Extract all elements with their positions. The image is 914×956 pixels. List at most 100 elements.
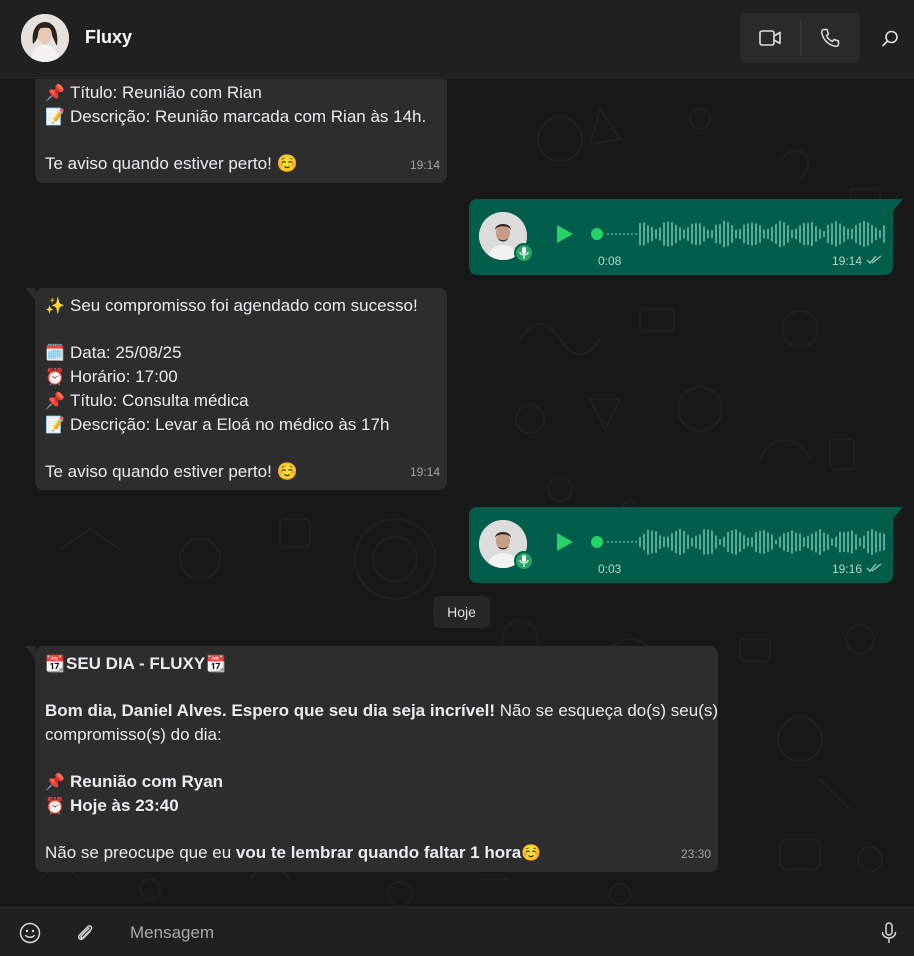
bubble-tail (893, 199, 903, 211)
waveform-bar (827, 534, 829, 550)
waveform-bar (763, 530, 765, 554)
waveform-bar (739, 228, 741, 240)
voice-waveform[interactable] (591, 219, 887, 249)
waveform-bar (795, 532, 797, 552)
message-line: 📌 Título: Reunião com Rian (45, 81, 437, 105)
waveform-bar (791, 229, 793, 239)
waveform-bar (707, 529, 709, 555)
waveform-bar (879, 229, 881, 239)
waveform-bar (651, 226, 653, 242)
bubble-tail (25, 288, 35, 300)
contact-name[interactable]: Fluxy (85, 27, 132, 48)
waveform-bar (615, 541, 617, 543)
waveform-bar (783, 222, 785, 246)
outgoing-voice-message[interactable]: 0:08 19:14 (469, 199, 903, 275)
waveform-bar (851, 530, 853, 554)
waveform-bar (823, 230, 825, 238)
incoming-message[interactable]: ✨ Seu compromisso foi agendado com sucess… (25, 288, 447, 490)
voice-record-button[interactable] (876, 920, 902, 946)
message-line: Bom dia, Daniel Alves. Espero que seu di… (45, 701, 719, 720)
waveform-bar (791, 530, 793, 554)
waveform-bar (719, 538, 721, 546)
voice-call-button[interactable] (800, 13, 860, 63)
waveform-bar (759, 225, 761, 243)
contact-avatar[interactable] (21, 14, 69, 62)
waveform-bar (879, 532, 881, 552)
waveform-bar (799, 533, 801, 551)
waveform-bar (727, 221, 729, 247)
waveform-bar (775, 223, 777, 245)
waveform-bar (619, 233, 621, 235)
incoming-message[interactable]: 📌 Título: Reunião com Rian 📝 Descrição: Re… (35, 79, 447, 183)
message-line: Te aviso quando estiver perto! ☺️ (45, 462, 298, 481)
waveform-bar (819, 228, 821, 240)
waveform-bar (847, 531, 849, 553)
smiling-emoji: ☺️ (521, 843, 542, 862)
waveform-bar (779, 536, 781, 548)
waveform-bar (751, 222, 753, 246)
pin-emoji: 📌 (45, 772, 65, 791)
waveform-bar (855, 224, 857, 244)
waveform-bar (699, 222, 701, 246)
voice-waveform[interactable] (591, 527, 887, 557)
chat-area[interactable]: 📌 Título: Reunião com Rian 📝 Descrição: Re… (0, 79, 914, 907)
waveform-bar (723, 536, 725, 548)
microphone-badge-icon (514, 551, 534, 571)
message-input[interactable] (120, 916, 840, 950)
message-line: ⏰ Hoje às 23:40 (45, 794, 708, 818)
play-icon (557, 225, 573, 243)
calendar-emoji: 📆 (206, 654, 227, 673)
double-check-icon (866, 563, 882, 572)
waveform-bar (703, 226, 705, 242)
waveform-bar (771, 534, 773, 550)
waveform-bar (675, 530, 677, 554)
waveform-bar (671, 221, 673, 247)
waveform-bar (611, 541, 613, 543)
waveform-bar (715, 535, 717, 549)
play-button[interactable] (555, 531, 575, 558)
waveform-bar (643, 222, 645, 246)
waveform-bar (655, 229, 657, 239)
incoming-message[interactable]: 📆SEU DIA - FLUXY📆 Bom dia, Daniel Alves.… (25, 646, 719, 872)
waveform-bar (795, 228, 797, 240)
sparkles-emoji: ✨ (45, 296, 65, 315)
waveform-bar (683, 229, 685, 239)
waveform-bar (647, 225, 649, 243)
calendar-emoji: 🗓️ (45, 343, 65, 362)
emoji-icon (19, 922, 41, 944)
waveform-bar (639, 536, 641, 548)
waveform-bar (691, 537, 693, 547)
waveform-bar (823, 532, 825, 552)
play-button[interactable] (555, 223, 575, 250)
chat-header: Fluxy (0, 0, 914, 78)
attach-button[interactable] (72, 920, 98, 946)
waveform-bar (835, 536, 837, 548)
message-line: ✨ Seu compromisso foi agendado com sucess… (45, 294, 437, 318)
message-line: 📌 Reunião com Ryan (45, 770, 708, 794)
waveform-bar (631, 233, 633, 235)
message-time: 23:30 (680, 847, 711, 861)
waveform-bar (611, 233, 613, 235)
waveform-bar (799, 225, 801, 243)
search-button[interactable] (875, 24, 905, 54)
emoji-button[interactable] (17, 920, 43, 946)
waveform-bar (627, 541, 629, 543)
paperclip-icon (77, 925, 93, 941)
memo-emoji: 📝 (45, 107, 65, 126)
waveform-bar (663, 536, 665, 548)
waveform-bar (675, 224, 677, 244)
waveform-bar (811, 533, 813, 551)
waveform-bar (639, 222, 641, 246)
waveform-bar (659, 227, 661, 241)
waveform-bar (683, 530, 685, 554)
waveform-bar (855, 534, 857, 550)
outgoing-voice-message[interactable]: 0:03 19:16 (469, 507, 903, 583)
pin-emoji: 📌 (45, 83, 65, 102)
waveform-bar (727, 531, 729, 553)
waveform-bar (699, 534, 701, 550)
waveform-bar (883, 224, 885, 244)
waveform-bar (867, 531, 869, 553)
waveform-bar (859, 537, 861, 547)
video-call-button[interactable] (740, 13, 800, 63)
date-divider: Hoje (433, 596, 490, 628)
